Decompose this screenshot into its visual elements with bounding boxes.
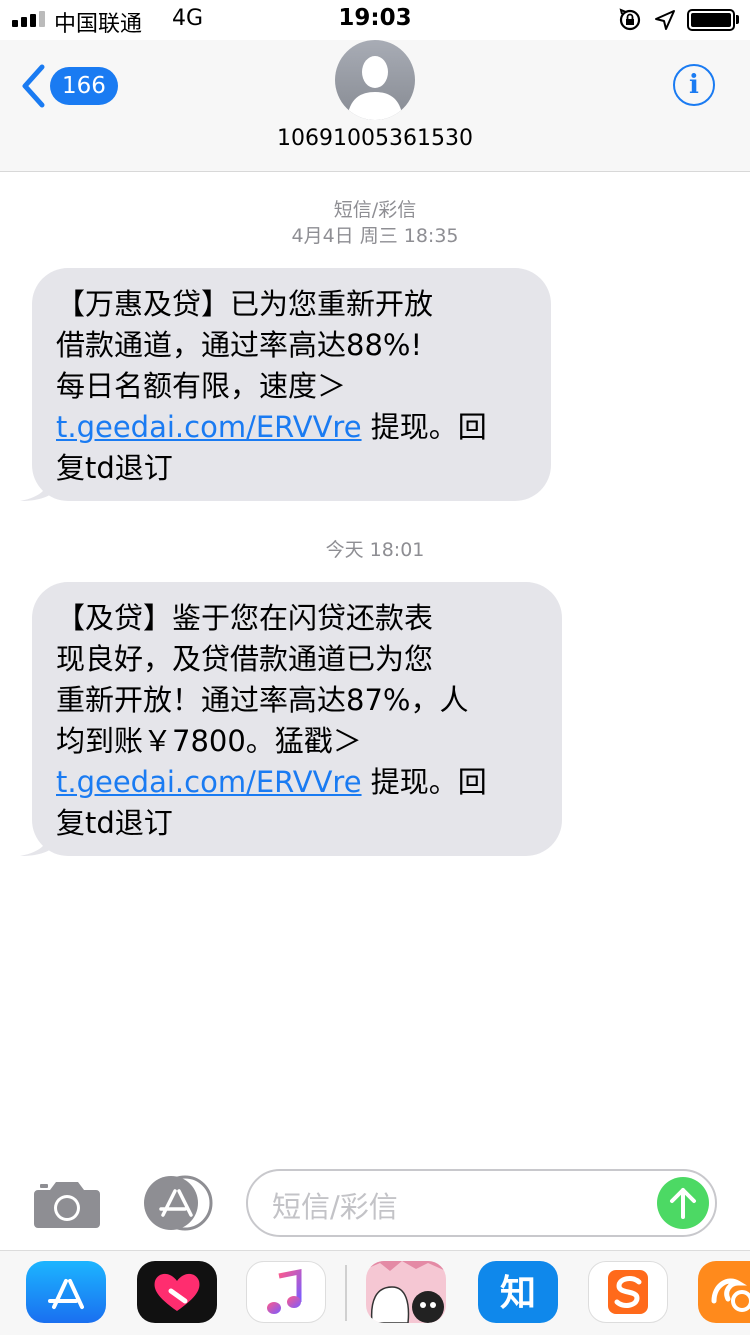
send-button[interactable] (657, 1177, 709, 1229)
incoming-message-bubble[interactable]: 【及贷】鉴于您在闪贷还款表 现良好，及贷借款通道已为您 重新开放！通过率高达87… (20, 582, 562, 856)
camera-icon[interactable] (34, 1178, 100, 1228)
rotation-lock-icon (619, 8, 641, 31)
uc-browser-icon[interactable] (698, 1261, 750, 1323)
contact-avatar[interactable] (335, 40, 415, 120)
bubble-tail (20, 828, 52, 856)
incoming-message-bubble[interactable]: 【万惠及贷】已为您重新开放 借款通道，通过率高达88%! 每日名额有限，速度＞ … (20, 268, 551, 501)
message-text-line: 复td退订 (56, 451, 173, 485)
message-text: 提现。回 (361, 410, 487, 444)
contact-number[interactable]: 10691005361530 (0, 126, 750, 151)
imessage-app-drawer: 知 (0, 1250, 750, 1335)
message-text: 提现。回 (361, 765, 487, 799)
message-text-line: 【万惠及贷】已为您重新开放 (56, 287, 434, 321)
message-text-line: 【及贷】鉴于您在闪贷还款表 (56, 601, 434, 635)
status-bar: 中国联通 4G 19:03 (0, 0, 750, 40)
message-link[interactable]: t.geedai.com/ERVVre (56, 410, 362, 444)
animoji-sticker-icon[interactable] (366, 1261, 446, 1323)
drawer-divider (345, 1265, 347, 1321)
message-text-line: 均到账￥7800。猛戳＞ (56, 724, 362, 758)
conversation-header: 166 10691005361530 i (0, 40, 750, 172)
chevron-left-icon (22, 64, 45, 108)
message-text-line: 现良好，及贷借款通道已为您 (56, 642, 434, 676)
zhihu-glyph: 知 (500, 1273, 536, 1314)
message-text-line: 复td退订 (56, 806, 173, 840)
info-button[interactable]: i (673, 64, 715, 106)
zhihu-icon[interactable]: 知 (478, 1261, 558, 1323)
person-silhouette-icon (347, 56, 403, 120)
battery-tip (736, 15, 739, 24)
message-text-line: 借款通道，通过率高达88%! (56, 328, 423, 362)
location-arrow-icon (655, 10, 675, 30)
music-icon[interactable] (246, 1261, 326, 1323)
bubble-tail (20, 473, 52, 501)
message-timestamp: 今天 18:01 (325, 539, 425, 561)
back-button[interactable]: 166 (20, 64, 118, 108)
message-link[interactable]: t.geedai.com/ERVVre (56, 765, 362, 799)
sogou-icon[interactable] (588, 1261, 668, 1323)
unread-count-badge: 166 (50, 67, 118, 105)
message-text-line: 重新开放！通过率高达87%，人 (56, 683, 469, 717)
message-text-line: t.geedai.com/ERVVre 提现。回 (56, 407, 527, 448)
app-store-icon[interactable] (26, 1261, 106, 1323)
battery-icon (687, 9, 735, 31)
message-text-line: 每日名额有限，速度＞ (56, 369, 347, 403)
app-store-button-icon[interactable] (141, 1175, 213, 1231)
arrow-up-icon (670, 1188, 696, 1219)
message-input[interactable]: 短信/彩信 (246, 1169, 717, 1237)
message-input-placeholder: 短信/彩信 (272, 1190, 398, 1224)
message-text-line: t.geedai.com/ERVVre 提现。回 (56, 762, 538, 803)
digital-touch-icon[interactable] (137, 1261, 217, 1323)
message-type-label: 短信/彩信 (333, 199, 417, 221)
message-timestamp: 4月4日 周三 18:35 (291, 225, 459, 247)
